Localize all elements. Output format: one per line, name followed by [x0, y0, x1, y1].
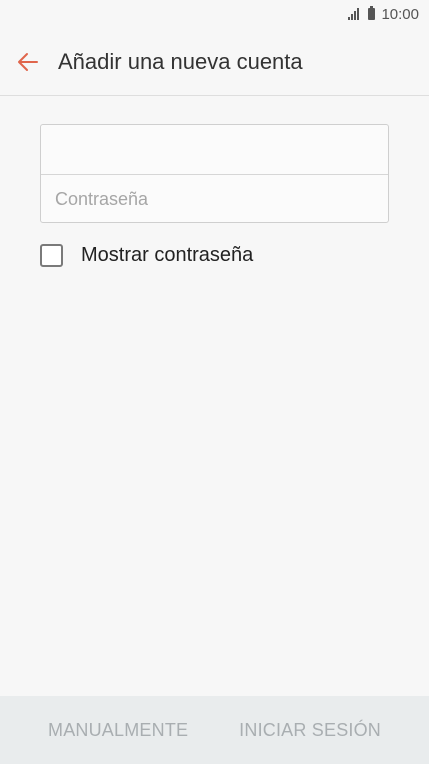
battery-icon: [368, 6, 376, 20]
app-bar: Añadir una nueva cuenta: [0, 28, 429, 96]
show-password-option[interactable]: Mostrar contraseña: [40, 244, 253, 267]
arrow-left-icon: [18, 52, 38, 71]
credentials-group: [40, 124, 389, 224]
back-button[interactable]: [0, 28, 56, 96]
manual-setup-button[interactable]: MANUALMENTE: [48, 720, 188, 741]
show-password-checkbox[interactable]: [40, 244, 63, 267]
show-password-label: Mostrar contraseña: [81, 244, 254, 266]
status-bar: 10:00: [0, 0, 429, 28]
password-field[interactable]: [41, 175, 388, 224]
status-time: 10:00: [381, 5, 419, 23]
bottom-action-bar: MANUALMENTE INICIAR SESIÓN: [0, 696, 429, 764]
add-account-screen: 10:00 Añadir una nueva cuenta Mostrar co…: [0, 0, 429, 764]
email-field[interactable]: [41, 125, 388, 174]
signal-icon: [348, 8, 362, 20]
sign-in-button[interactable]: INICIAR SESIÓN: [239, 720, 381, 741]
page-title: Añadir una nueva cuenta: [58, 48, 303, 74]
